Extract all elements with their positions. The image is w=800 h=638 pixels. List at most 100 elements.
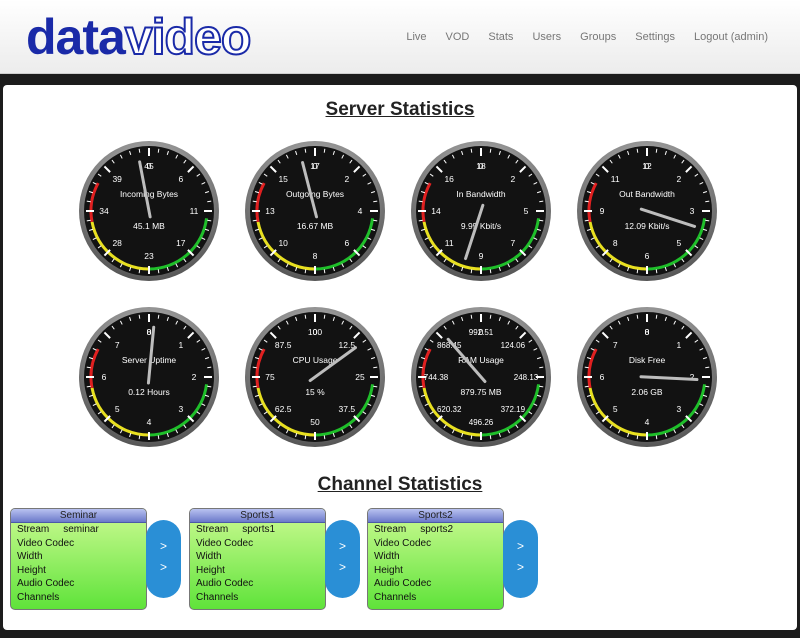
nav-users[interactable]: Users [532, 31, 561, 43]
channel-name: Sports1 [190, 509, 325, 523]
chevron-right-icon: > [516, 560, 524, 574]
server-statistics-title: Server Statistics [325, 99, 475, 120]
gauge-tick-label: 2 [192, 372, 197, 382]
gauge-tick-label: 4 [645, 417, 650, 427]
gauge-tick [304, 148, 307, 153]
gauge-value: 2.06 GB [631, 387, 663, 397]
gauge-tick [655, 435, 658, 440]
gauge-tick-label: 18 [476, 161, 486, 171]
gauge-tick-label: 124.06 [501, 341, 526, 350]
gauge-tick [157, 148, 160, 153]
gauge-tick-label: 28 [112, 238, 122, 248]
nav-logout[interactable]: Logout (admin) [694, 31, 768, 43]
gauge-tick-label: 2 [676, 174, 681, 184]
gauge-tick-label: 9 [479, 251, 484, 261]
gauge-tick-label: 3 [676, 404, 681, 414]
video-codec-label: Video Codec [196, 537, 254, 549]
gauge-tick [705, 385, 710, 388]
gauge-tick [705, 219, 710, 222]
gauge-tick [489, 314, 492, 319]
channel-card-sports2: Sports2 Stream sports2 Video Codec Width … [367, 508, 538, 610]
datavideo-logo[interactable]: datavideo [26, 11, 252, 63]
gauge-tick [323, 314, 326, 319]
gauge-tick [418, 219, 423, 222]
gauge-tick-label: 7 [115, 340, 120, 350]
gauge-tick-label: 14 [431, 206, 441, 216]
gauge-tick [323, 269, 326, 274]
gauge-tick-label: 16 [444, 174, 454, 184]
gauge-tick-label: 23 [144, 251, 154, 261]
gauge-in-bandwidth: 0257911141618In Bandwidth9.95 Kbit/s [411, 141, 551, 281]
gauge-tick-label: 5 [676, 238, 681, 248]
gauge-tick [584, 366, 589, 369]
stream-label: Stream [17, 524, 50, 535]
gauge-tick-label: 7 [613, 340, 618, 350]
channels-label: Channels [17, 591, 60, 603]
width-label: Width [374, 551, 400, 563]
chevron-right-icon: > [338, 560, 346, 574]
gauge-tick-label: 5 [115, 404, 120, 414]
gauge-tick-label: 25 [355, 372, 365, 382]
gauge-tick [489, 435, 492, 440]
gauge-tick [86, 200, 91, 203]
gauge-cpu-usage: 012.52537.55062.57587.5100CPU Usage15 % [245, 307, 385, 447]
gauge-tick-label: 6 [344, 238, 349, 248]
chevron-right-icon: > [159, 560, 167, 574]
gauge-tick [323, 148, 326, 153]
stream-row: Stream seminar [11, 523, 146, 537]
gauge-tick [373, 366, 378, 369]
gauge-tick-label: 248.13 [514, 373, 539, 382]
chevron-right-icon: > [159, 539, 167, 553]
gauge-tick-label: 100 [308, 327, 322, 337]
gauge-tick-label: 6 [102, 372, 107, 382]
gauge-tick-label: 8 [613, 238, 618, 248]
nav-vod[interactable]: VOD [446, 31, 470, 43]
gauge-tick [636, 269, 639, 274]
video-codec-label: Video Codec [17, 537, 75, 549]
audio-codec-label: Audio Codec [374, 578, 432, 590]
gauge-tick-label: 2 [510, 174, 515, 184]
nav-groups[interactable]: Groups [580, 31, 616, 43]
nav-live[interactable]: Live [406, 31, 426, 43]
gauge-tick [655, 314, 658, 319]
gauge-tick-label: 3 [178, 404, 183, 414]
chevron-right-icon: > [516, 539, 524, 553]
gauge-tick-label: 8 [645, 327, 650, 337]
channel-card-seminar: Seminar Stream seminar Video Codec Width … [10, 508, 181, 610]
stream-label: Stream [374, 524, 407, 535]
gauge-tick-label: 372.19 [501, 405, 526, 414]
gauge-tick [157, 435, 160, 440]
gauge-tick-label: 62.5 [275, 404, 292, 414]
gauge-tick [86, 366, 91, 369]
gauge-tick-label: 6 [178, 174, 183, 184]
gauge-tick-label: 10 [278, 238, 288, 248]
gauge-tick-label: 9 [600, 206, 605, 216]
stream-value: seminar [63, 524, 99, 535]
gauge-tick [252, 366, 257, 369]
gauge-value: 45.1 MB [133, 221, 165, 231]
gauge-tick [252, 219, 257, 222]
channel-expand-button[interactable]: > > [146, 520, 181, 598]
gauge-outgoing-bytes: 0246810131517Outgoing Bytes16.67 MB [245, 141, 385, 281]
nav-stats[interactable]: Stats [488, 31, 513, 43]
channel-info-box: Sports2 Stream sports2 Video Codec Width … [367, 508, 504, 610]
gauge-tick-label: 39 [112, 174, 122, 184]
gauge-out-bandwidth: 02356891112Out Bandwidth12.09 Kbit/s [577, 141, 717, 281]
gauge-tick [489, 269, 492, 274]
height-label: Height [374, 564, 403, 576]
gauge-tick [539, 385, 544, 388]
gauge-tick [207, 385, 212, 388]
nav-settings[interactable]: Settings [635, 31, 675, 43]
gauge-label: In Bandwidth [456, 189, 505, 199]
gauge-tick [373, 200, 378, 203]
gauge-tick-label: 34 [99, 206, 109, 216]
channel-expand-button[interactable]: > > [325, 520, 360, 598]
channel-expand-button[interactable]: > > [503, 520, 538, 598]
gauge-tick [470, 148, 473, 153]
main-nav: Live VOD Stats Users Groups Settings Log… [387, 31, 768, 43]
gauge-tick [539, 366, 544, 369]
gauge-tick [470, 435, 473, 440]
chevron-right-icon: > [338, 539, 346, 553]
gauge-tick [252, 200, 257, 203]
gauge-tick [636, 435, 639, 440]
